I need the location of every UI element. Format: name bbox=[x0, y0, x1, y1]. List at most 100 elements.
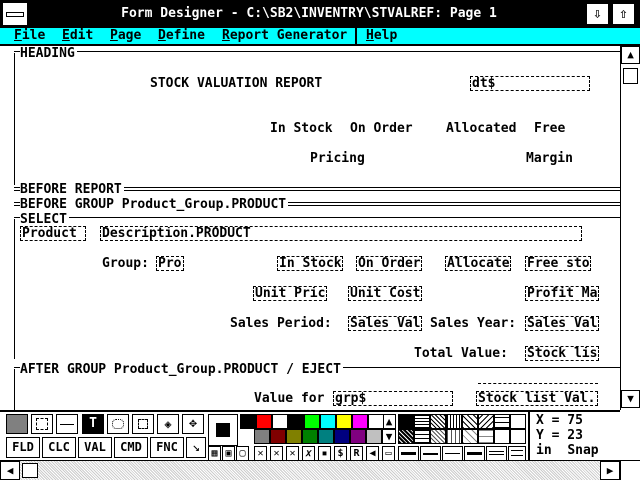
filled-rect-tool-icon[interactable] bbox=[6, 414, 28, 434]
current-color-well[interactable] bbox=[208, 414, 238, 446]
pattern-horiz-icon[interactable] bbox=[414, 429, 430, 444]
pattern-vert-icon[interactable] bbox=[446, 414, 462, 429]
color-swatch[interactable] bbox=[256, 414, 272, 429]
color-swatch[interactable] bbox=[318, 429, 334, 444]
units-label[interactable]: in bbox=[536, 443, 552, 458]
pattern-gray-vert-icon[interactable] bbox=[446, 429, 462, 444]
color-swatch[interactable] bbox=[304, 414, 320, 429]
tool-fld-button[interactable]: FLD bbox=[6, 437, 40, 458]
color-swatch[interactable] bbox=[350, 429, 366, 444]
box-mini-icon[interactable]: ▪ bbox=[318, 446, 331, 461]
color-swatch[interactable] bbox=[288, 414, 304, 429]
pattern-lighter-icon[interactable] bbox=[478, 429, 494, 444]
menu-edit[interactable]: Edit bbox=[62, 28, 93, 44]
page-mini-icon[interactable]: ▢ bbox=[236, 446, 249, 461]
scroll-left-arrow-icon[interactable]: ◀ bbox=[0, 461, 20, 480]
move-tool-icon[interactable]: ✥ bbox=[182, 414, 204, 434]
on-order-field[interactable]: On Order bbox=[356, 256, 422, 271]
bring-forward-arrow-icon[interactable]: ▲ bbox=[382, 414, 396, 429]
box-tool-icon[interactable] bbox=[132, 414, 154, 434]
maximize-button[interactable]: ⇧ bbox=[612, 3, 635, 25]
line-style-thin-icon[interactable] bbox=[442, 446, 463, 461]
band-heading[interactable]: HEADING bbox=[14, 46, 620, 61]
in-stock-field[interactable]: In Stock bbox=[277, 256, 343, 271]
snap-toggle[interactable]: Snap bbox=[567, 443, 598, 458]
unit-price-field[interactable]: Unit Pric bbox=[253, 286, 327, 301]
color-swatch[interactable] bbox=[336, 414, 352, 429]
scroll-down-arrow-icon[interactable]: ▼ bbox=[621, 390, 640, 408]
scroll-right-arrow-icon[interactable]: ▶ bbox=[600, 461, 620, 480]
tool-clc-button[interactable]: CLC bbox=[42, 437, 76, 458]
pattern-blank-icon[interactable] bbox=[494, 429, 510, 444]
line-style-thick-icon[interactable] bbox=[398, 446, 419, 461]
group-field[interactable]: Pro bbox=[156, 256, 184, 271]
date-field[interactable]: dt$ bbox=[470, 76, 590, 91]
horizontal-scroll-track[interactable] bbox=[0, 461, 620, 480]
vertical-scrollbar[interactable]: ▲ ▼ bbox=[620, 46, 640, 410]
description-field[interactable]: Description.PRODUCT bbox=[100, 226, 582, 241]
tool-fnc-button[interactable]: FNC bbox=[150, 437, 184, 458]
x-mini-icon[interactable]: ✕ bbox=[286, 446, 299, 461]
sales-period-field[interactable]: Sales Val bbox=[348, 316, 422, 331]
pattern-none-icon[interactable] bbox=[510, 414, 526, 429]
stock-list-val-field[interactable]: Stock list Val. bbox=[476, 391, 598, 406]
color-swatch[interactable] bbox=[240, 414, 256, 429]
minimize-button[interactable]: ⇩ bbox=[586, 3, 609, 25]
line-style-double-icon[interactable] bbox=[486, 446, 507, 461]
cross-mini-icon[interactable]: ✕ bbox=[270, 446, 283, 461]
band-after-group[interactable]: AFTER GROUP Product_Group.PRODUCT / EJEC… bbox=[14, 362, 620, 377]
vertical-scroll-thumb[interactable] bbox=[623, 68, 638, 84]
free-stock-field[interactable]: Free sto bbox=[525, 256, 591, 271]
color-swatch[interactable] bbox=[366, 429, 382, 444]
text-tool-icon[interactable]: T bbox=[82, 414, 104, 434]
r-mini-button[interactable]: R bbox=[350, 446, 363, 461]
color-swatch[interactable] bbox=[368, 414, 384, 429]
pattern-sparse-icon[interactable] bbox=[462, 414, 478, 429]
menu-file[interactable]: File bbox=[14, 28, 45, 44]
sales-year-field[interactable]: Sales Val bbox=[525, 316, 599, 331]
color-swatch[interactable] bbox=[270, 429, 286, 444]
design-canvas[interactable]: HEADING STOCK VALUATION REPORT dt$ In St… bbox=[0, 46, 620, 410]
color-swatch[interactable] bbox=[352, 414, 368, 429]
color-swatch[interactable] bbox=[320, 414, 336, 429]
line-style-bold-icon[interactable] bbox=[464, 446, 485, 461]
left-triangle-mini-icon[interactable]: ◀ bbox=[366, 446, 379, 461]
tool-cmd-button[interactable]: CMD bbox=[114, 437, 148, 458]
horizontal-scrollbar[interactable]: ◀ ▶ bbox=[0, 460, 640, 480]
menu-report-generator[interactable]: Report Generator bbox=[222, 28, 347, 44]
pattern-blank2-icon[interactable] bbox=[510, 429, 526, 444]
dollar-mini-button[interactable]: $ bbox=[334, 446, 347, 461]
color-swatch[interactable] bbox=[334, 429, 350, 444]
horizontal-scroll-thumb[interactable] bbox=[22, 463, 38, 478]
band-before-report[interactable]: BEFORE REPORT bbox=[14, 182, 620, 197]
target-tool-icon[interactable]: ◈ bbox=[157, 414, 179, 434]
line-style-medium-icon[interactable] bbox=[420, 446, 441, 461]
unit-cost-field[interactable]: Unit Cost bbox=[348, 286, 422, 301]
allocate-field[interactable]: Allocate bbox=[445, 256, 511, 271]
dotted-rect-tool-icon[interactable] bbox=[31, 414, 53, 434]
band-select[interactable]: SELECT bbox=[14, 212, 620, 227]
system-menu-button[interactable] bbox=[2, 2, 28, 26]
color-swatch[interactable] bbox=[302, 429, 318, 444]
lock-mini-icon[interactable]: ▣ bbox=[222, 446, 235, 461]
profit-margin-field[interactable]: Profit Ma bbox=[525, 286, 599, 301]
send-back-arrow-icon[interactable]: ▼ bbox=[382, 429, 396, 444]
color-swatch[interactable] bbox=[254, 429, 270, 444]
band-before-group[interactable]: BEFORE GROUP Product_Group.PRODUCT bbox=[14, 197, 620, 212]
pattern-light-icon[interactable] bbox=[462, 429, 478, 444]
stock-list-field[interactable]: Stock lis bbox=[525, 346, 599, 361]
tool-val-button[interactable]: VAL bbox=[78, 437, 112, 458]
grp-field[interactable]: grp$ bbox=[333, 391, 453, 406]
monitor-mini-icon[interactable]: ▭ bbox=[382, 446, 395, 461]
pattern-gray-icon[interactable] bbox=[430, 429, 446, 444]
pattern-dense-icon[interactable] bbox=[398, 429, 414, 444]
product-field[interactable]: Product bbox=[20, 226, 86, 241]
menu-define[interactable]: Define bbox=[158, 28, 205, 44]
pattern-back-diag-icon[interactable] bbox=[478, 414, 494, 429]
color-swatch[interactable] bbox=[272, 414, 288, 429]
menu-help[interactable]: Help bbox=[366, 28, 397, 44]
scroll-up-arrow-icon[interactable]: ▲ bbox=[621, 46, 640, 64]
pattern-lines-icon[interactable] bbox=[414, 414, 430, 429]
rounded-rect-tool-icon[interactable] bbox=[107, 414, 129, 434]
line-style-triple-icon[interactable] bbox=[508, 446, 526, 461]
